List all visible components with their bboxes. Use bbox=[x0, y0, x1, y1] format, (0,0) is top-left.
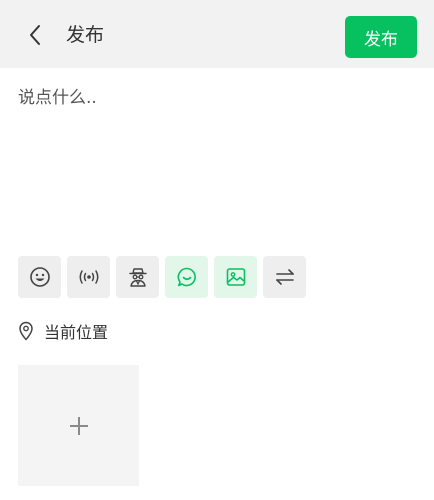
emoji-icon bbox=[29, 267, 50, 287]
anonymous-button[interactable] bbox=[116, 256, 159, 298]
publish-button[interactable]: 发布 bbox=[345, 16, 417, 58]
location-pin-icon bbox=[19, 321, 33, 341]
post-editor-page: 发布 发布 说点什么.. 当前位置 bbox=[0, 0, 434, 500]
add-image-button[interactable] bbox=[18, 365, 139, 486]
page-title: 发布 bbox=[66, 24, 105, 46]
broadcast-icon bbox=[79, 270, 98, 284]
broadcast-button[interactable] bbox=[67, 256, 110, 298]
post-text-input[interactable] bbox=[18, 84, 416, 234]
anonymous-icon bbox=[128, 268, 147, 287]
chat-bubble-icon bbox=[177, 267, 196, 287]
swap-icon bbox=[275, 269, 294, 285]
chevron-left-icon bbox=[30, 25, 40, 45]
location-selector[interactable]: 当前位置 bbox=[18, 318, 108, 344]
image-icon bbox=[226, 268, 245, 286]
chat-button[interactable] bbox=[165, 256, 208, 298]
composer-toolbar bbox=[18, 256, 306, 298]
emoji-button[interactable] bbox=[18, 256, 61, 298]
header-bar: 发布 发布 bbox=[0, 0, 434, 68]
image-button[interactable] bbox=[214, 256, 257, 298]
back-button[interactable] bbox=[18, 18, 52, 52]
swap-button[interactable] bbox=[263, 256, 306, 298]
plus-icon bbox=[69, 416, 88, 435]
location-label: 当前位置 bbox=[44, 323, 109, 342]
